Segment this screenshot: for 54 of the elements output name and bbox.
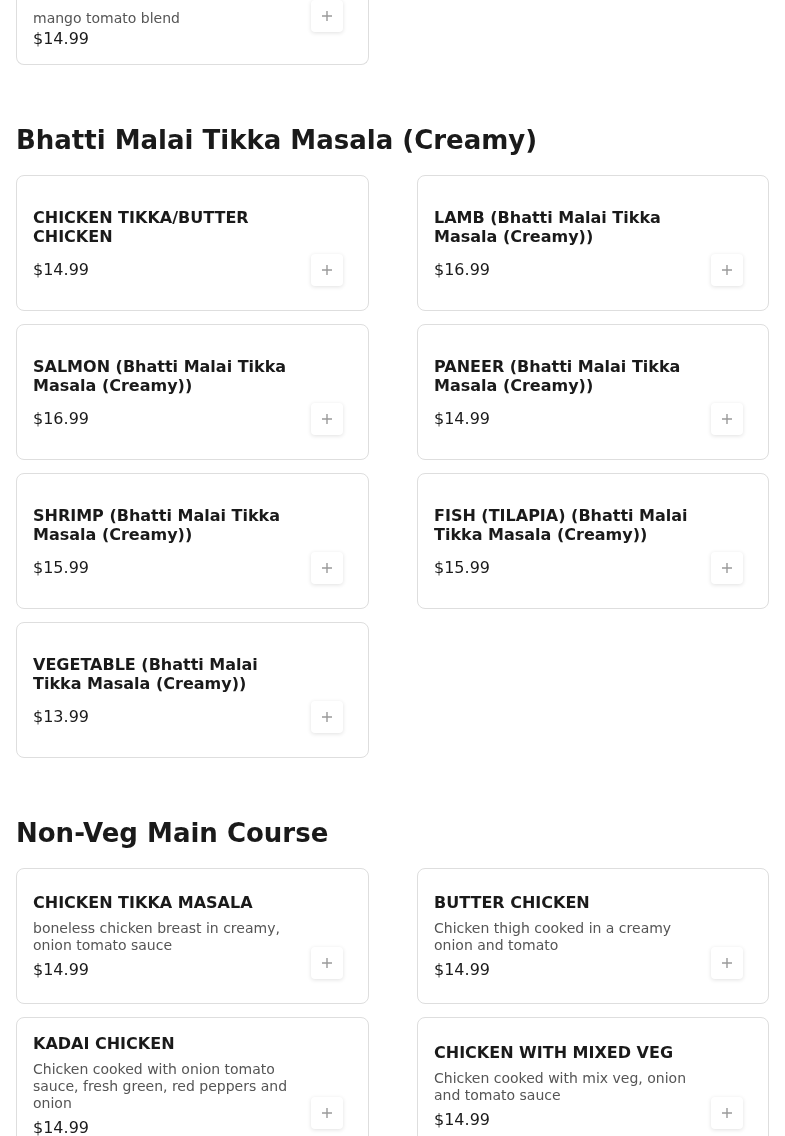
section-heading: Non-Veg Main Course	[16, 818, 330, 848]
plus-icon	[321, 957, 333, 969]
item-description: mango tomato blend	[33, 10, 181, 27]
plus-icon	[321, 562, 333, 574]
item-price: $16.99	[434, 259, 491, 279]
plus-icon	[721, 562, 733, 574]
plus-icon	[321, 413, 333, 425]
item-price: $14.99	[33, 960, 90, 979]
item-price: $14.99	[33, 259, 90, 279]
item-price: $14.99	[434, 408, 491, 428]
add-button[interactable]	[311, 403, 343, 435]
add-button[interactable]	[311, 0, 343, 32]
plus-icon	[321, 10, 333, 22]
item-price: $15.99	[434, 557, 491, 577]
add-button[interactable]	[711, 1097, 743, 1129]
plus-icon	[321, 1107, 333, 1119]
item-price: $14.99	[434, 960, 491, 979]
plus-icon	[721, 413, 733, 425]
section-heading: Bhatti Malai Tikka Masala (Creamy)	[16, 125, 539, 155]
item-name: SALMON (Bhatti Malai Tikka Masala (Creamy))	[33, 356, 288, 395]
add-button[interactable]	[711, 552, 743, 584]
item-name: CHICKEN TIKKA MASALA	[33, 893, 254, 912]
item-name: KADAI CHICKEN	[33, 1034, 176, 1053]
item-name: CHICKEN TIKKA/BUTTER CHICKEN	[33, 207, 250, 246]
item-description: boneless chicken breast in creamy, onion tomato sauce	[33, 920, 281, 954]
add-button[interactable]	[311, 254, 343, 286]
add-button[interactable]	[711, 947, 743, 979]
add-button[interactable]	[311, 552, 343, 584]
item-price: $13.99	[33, 706, 90, 726]
item-name: VEGETABLE (Bhatti Malai Tikka Masala (Creamy))	[33, 654, 259, 693]
plus-icon	[721, 1107, 733, 1119]
item-price: $14.99	[33, 29, 90, 48]
plus-icon	[721, 957, 733, 969]
plus-icon	[721, 264, 733, 276]
plus-icon	[321, 264, 333, 276]
item-name: CHICKEN WITH MIXED VEG	[434, 1042, 675, 1062]
item-name: BUTTER CHICKEN	[434, 893, 591, 912]
add-button[interactable]	[311, 1097, 343, 1129]
add-button[interactable]	[311, 701, 343, 733]
item-description: Chicken cooked with onion tomato sauce, fresh green, red peppers and onion	[33, 1061, 289, 1112]
add-button[interactable]	[711, 254, 743, 286]
item-description: Chicken cooked with mix veg, onion and tomato sauce	[434, 1069, 688, 1104]
add-button[interactable]	[711, 403, 743, 435]
item-name: PANEER (Bhatti Malai Tikka Masala (Creamy))	[434, 356, 682, 395]
item-price: $15.99	[33, 557, 90, 577]
item-name: SHRIMP (Bhatti Malai Tikka Masala (Creamy))	[33, 505, 281, 544]
add-button[interactable]	[311, 947, 343, 979]
item-price: $14.99	[33, 1118, 90, 1136]
plus-icon	[321, 711, 333, 723]
item-description: Chicken thigh cooked in a creamy onion and tomato	[434, 920, 673, 954]
item-price: $16.99	[33, 408, 90, 428]
item-name: FISH (TILAPIA) (Bhatti Malai Tikka Masala (Creamy))	[434, 505, 689, 544]
item-name: LAMB (Bhatti Malai Tikka Masala (Creamy))	[434, 207, 662, 246]
item-price: $14.99	[434, 1109, 491, 1129]
